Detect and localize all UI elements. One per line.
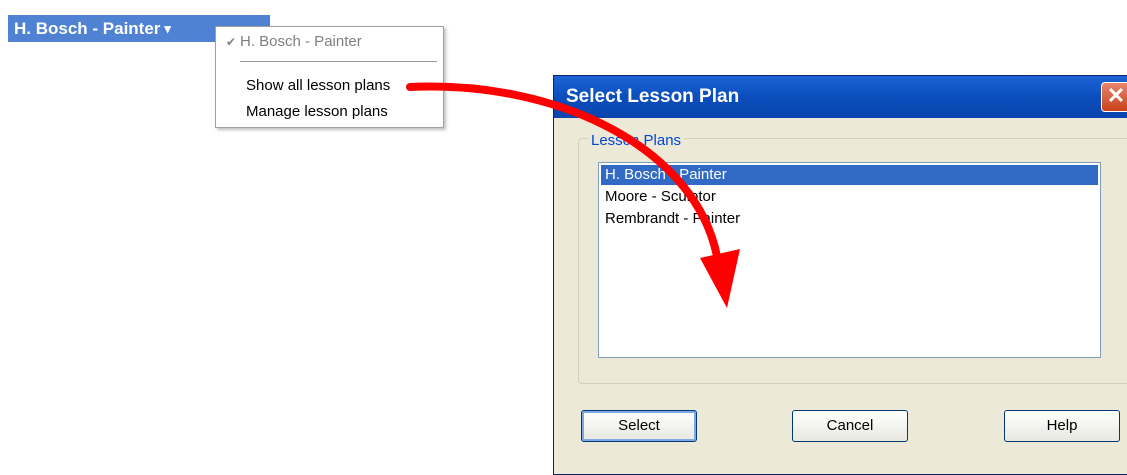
annotation-arrow-head <box>700 249 740 308</box>
annotation-arrow-shaft <box>406 82 722 266</box>
annotation-arrow <box>406 82 740 308</box>
